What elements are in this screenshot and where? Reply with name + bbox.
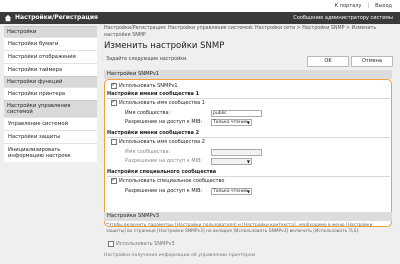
instruction-text: Задайте следующие настройки. — [106, 57, 188, 62]
use-community2-row: Использовать имя сообщества 2 — [111, 139, 205, 145]
use-community1-row: Использовать имя сообщества 1 — [111, 99, 205, 106]
admin-message-link[interactable]: Сообщение администратору системы — [293, 15, 393, 21]
special-mib-label: Разрешение на доступ к MIB: — [125, 188, 203, 194]
use-special-label: Использовать специальное сообщество — [119, 178, 225, 184]
sidebar-item-system-management[interactable]: Управление системой — [4, 117, 97, 130]
snmpv3-section-header: Настройки SNMPv3 — [104, 212, 392, 221]
community1-mib-value: Только чтение — [213, 119, 248, 125]
snmpv1-settings-panel: Использовать SNMPv1 Настройки имени сооб… — [104, 79, 392, 227]
use-community2-label: Использовать имя сообщества 2 — [119, 139, 205, 145]
sidebar-section-settings: Настройки — [4, 26, 97, 37]
main-content: Настройки/Регистрация: Настройки управле… — [104, 26, 396, 258]
use-community1-checkbox[interactable] — [111, 99, 117, 106]
community1-name-label: Имя сообщества: — [125, 110, 171, 116]
sidebar-item-security[interactable]: Настройки защиты — [4, 130, 97, 143]
special-mib-select[interactable]: Только чтение ▼ — [211, 187, 252, 195]
community2-mib-select[interactable]: ▼ — [211, 157, 252, 165]
use-snmpv1-checkbox[interactable] — [111, 82, 117, 89]
sidebar-section-system: Настройки управления системой — [4, 100, 97, 117]
sidebar-item-timer[interactable]: Настройки таймера — [4, 63, 97, 76]
special-community-header: Настройки специального сообщества — [107, 169, 390, 177]
use-snmpv1-row: Использовать SNMPv1 — [111, 82, 178, 89]
home-icon[interactable] — [4, 14, 12, 22]
logout-link[interactable]: Выход — [375, 3, 392, 9]
printer-info-section: Настройки получения информации об управл… — [104, 253, 256, 258]
community1-name-input[interactable]: public — [211, 110, 262, 117]
use-special-row: Использовать специальное сообщество — [111, 177, 225, 184]
snmpv3-footnote: *Чтобы включить параметры [Настройки пол… — [106, 223, 373, 234]
ok-button[interactable]: OK — [307, 56, 349, 67]
use-community1-label: Использовать имя сообщества 1 — [119, 100, 205, 106]
community1-header: Настройки имени сообщества 1 — [107, 91, 390, 99]
community2-name-label: Имя сообщества: — [125, 149, 171, 155]
sidebar-item-printer[interactable]: Настройки принтера — [4, 87, 97, 100]
special-mib-value: Только чтение — [213, 188, 248, 194]
divider: | — [367, 3, 370, 9]
community2-header: Настройки имени сообщества 2 — [107, 130, 390, 138]
use-community2-checkbox[interactable] — [111, 139, 117, 145]
sidebar-item-paper[interactable]: Настройки бумаги — [4, 37, 97, 50]
sidebar-section-functions: Настройки функций — [4, 76, 97, 87]
breadcrumb: Настройки/Регистрация: Настройки управле… — [104, 26, 377, 38]
sidebar: Настройки Настройки бумаги Настройки ото… — [4, 26, 155, 162]
community2-mib-label: Разрешение на доступ к MIB: — [125, 158, 203, 164]
portal-link[interactable]: К порталу — [335, 3, 362, 9]
nav-bar: Настройки/Регистрация Сообщение админист… — [0, 12, 400, 24]
chevron-down-icon: ▼ — [246, 158, 250, 164]
page-category-title: Настройки/Регистрация — [15, 14, 98, 21]
sidebar-item-display[interactable]: Настройки отображения — [4, 50, 97, 63]
community1-mib-label: Разрешение на доступ к MIB: — [125, 119, 203, 125]
use-snmpv3-row: Использовать SNMPv3 — [108, 241, 175, 247]
chevron-down-icon: ▼ — [246, 188, 250, 194]
use-special-checkbox[interactable] — [111, 177, 117, 184]
sidebar-item-initialize[interactable]: Инициализировать информацию настроек — [4, 143, 97, 162]
use-snmpv3-label: Использовать SNMPv3 — [116, 241, 175, 247]
top-links: К порталу | Выход — [335, 3, 392, 9]
community1-mib-select[interactable]: Только чтение ▼ — [211, 118, 252, 126]
chevron-down-icon: ▼ — [246, 119, 250, 125]
snmpv1-section-header: Настройки SNMPv1 — [104, 70, 392, 79]
community2-name-input[interactable] — [211, 149, 262, 156]
page-title: Изменить настройки SNMP — [104, 41, 225, 51]
cancel-button[interactable]: Отмена — [351, 56, 393, 67]
use-snmpv1-label: Использовать SNMPv1 — [119, 83, 178, 89]
use-snmpv3-checkbox[interactable] — [108, 241, 114, 247]
